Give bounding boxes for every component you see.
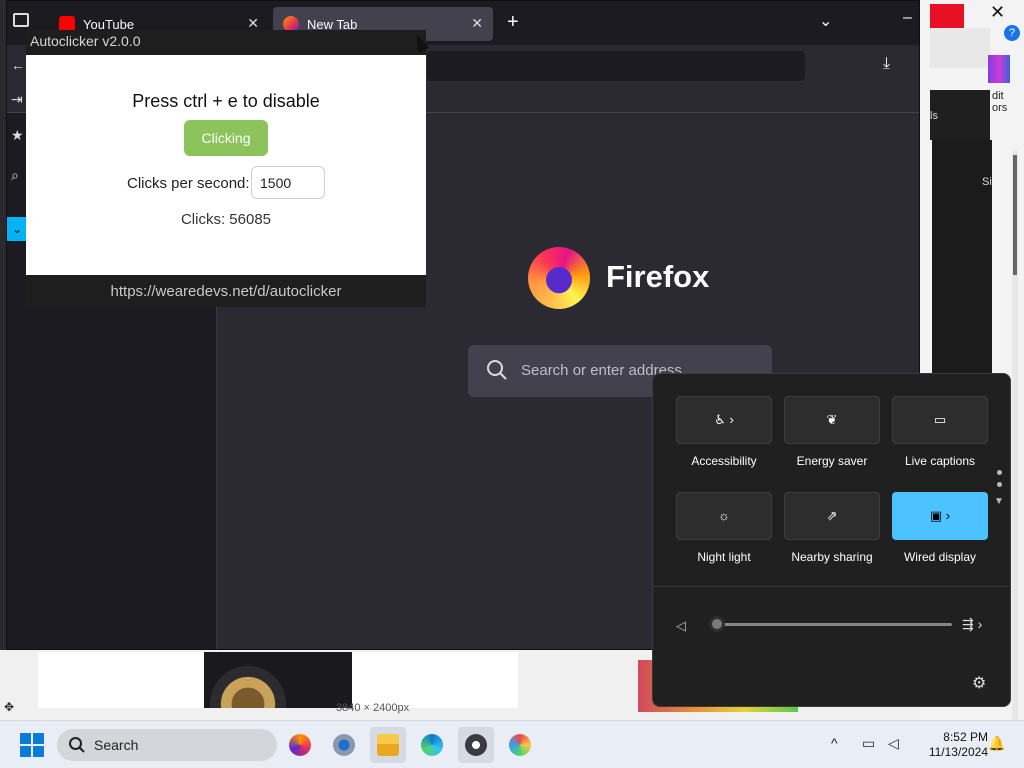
gear-icon[interactable]: ⚙ (972, 673, 986, 693)
close-icon[interactable]: ✕ (471, 15, 483, 32)
close-icon[interactable]: ✕ (990, 2, 1005, 23)
tile-label: Energy saver (796, 454, 868, 468)
network-icon[interactable]: ▭ (862, 735, 875, 752)
night-light-tile[interactable]: ☼ (676, 492, 772, 540)
windows-logo-icon (20, 746, 31, 757)
file-explorer-icon[interactable] (370, 727, 406, 763)
firefox-logo: Firefox (528, 247, 728, 313)
chevron-down-icon[interactable]: ⌄ (7, 217, 27, 241)
thumbnail[interactable] (352, 652, 518, 708)
thumbnail-photo[interactable] (204, 652, 352, 708)
tile-label: Night light (697, 550, 751, 564)
taskbar-search-label: Search (94, 737, 139, 753)
cps-label: Clicks per second: (127, 175, 250, 192)
chevron-down-icon[interactable]: ⌄ (819, 11, 832, 31)
background-panel (930, 90, 990, 140)
chevron-right-icon[interactable]: › (729, 412, 733, 427)
wired-display-tile[interactable]: ▣ › (892, 492, 988, 540)
page-indicator[interactable] (997, 470, 1003, 494)
autoclicker-body: Press ctrl + e to disable Clicking Click… (26, 55, 426, 275)
background-text: dit (992, 90, 1004, 102)
tab-list-icon[interactable] (13, 13, 29, 27)
gear-glyph (333, 734, 355, 756)
download-icon[interactable]: ⤓ (883, 55, 890, 73)
firefox-icon[interactable] (282, 727, 318, 763)
time-label: 8:52 PM (943, 730, 988, 744)
globe-icon (546, 267, 572, 293)
minimize-button[interactable]: – (903, 9, 912, 27)
seal-image (210, 666, 286, 708)
background-text: ls (930, 110, 938, 122)
hotkey-instruction: Press ctrl + e to disable (132, 91, 320, 111)
edge-icon[interactable] (414, 727, 450, 763)
sun-icon: ☼ (718, 508, 730, 523)
background-text: Si (982, 176, 992, 188)
background-panel (930, 28, 990, 68)
tile-label: Live captions (904, 454, 976, 468)
audio-output-icon[interactable]: ⇶ › (962, 616, 982, 633)
palette-glyph (509, 734, 531, 756)
taskbar: Search ^ ▭ ◁ 8:52 PM 11/13/2024 🔔 (0, 720, 1024, 768)
taskbar-search[interactable] (57, 729, 277, 761)
accessibility-tile[interactable]: ♿ › (676, 396, 772, 444)
windows-logo-icon (20, 733, 31, 744)
volume-slider-thumb[interactable] (709, 616, 725, 632)
chevron-right-icon[interactable]: › (946, 508, 950, 523)
scrollbar-thumb[interactable] (1013, 155, 1017, 275)
search-icon (487, 360, 507, 380)
start-button[interactable] (20, 733, 44, 757)
accessibility-icon: ♿ (714, 412, 726, 427)
background-text: ors (992, 102, 1008, 114)
nearby-sharing-tile[interactable]: ⇗ (784, 492, 880, 540)
search-icon (69, 737, 85, 753)
captions-icon: ▭ (933, 412, 947, 427)
share-icon: ⇗ (826, 508, 838, 523)
chevron-up-icon[interactable]: ^ (831, 735, 838, 751)
move-icon[interactable]: ✥ (4, 700, 14, 714)
color-swatch[interactable] (988, 55, 1010, 83)
toggle-clicking-button[interactable]: Clicking (184, 120, 268, 156)
windows-logo-icon (33, 746, 44, 757)
cursor-glyph (465, 734, 487, 756)
tile-label: Accessibility (691, 454, 757, 468)
source-url: https://wearedevs.net/d/autoclicker (110, 283, 342, 300)
cps-input[interactable] (251, 166, 325, 199)
firefox-wordmark: Firefox (606, 259, 710, 294)
energy-saver-tile[interactable]: ❦ (784, 396, 880, 444)
page-dot[interactable] (997, 470, 1002, 475)
window-title: Autoclicker v2.0.0 (30, 33, 141, 49)
windows-logo-icon (33, 733, 44, 744)
speaker-icon[interactable]: ◁ (676, 618, 686, 634)
volume-muted-icon[interactable]: ◁ (888, 735, 899, 752)
autoclicker-app-icon[interactable] (458, 727, 494, 763)
scroll-down-icon[interactable]: ▼ (994, 496, 1004, 507)
autoclicker-window: Autoclicker v2.0.0 Press ctrl + e to dis… (26, 30, 426, 307)
leaf-icon: ❦ (826, 412, 838, 427)
divider (652, 586, 1010, 587)
cast-icon: ▣ (929, 508, 943, 523)
tile-label: Nearby sharing (791, 550, 873, 564)
settings-icon[interactable] (326, 727, 362, 763)
new-tab-button[interactable]: + (507, 11, 519, 34)
page-dot[interactable] (997, 482, 1002, 487)
click-count: Clicks: 56085 (180, 211, 272, 228)
help-icon[interactable]: ? (1004, 25, 1020, 41)
firefox-glyph (289, 734, 311, 756)
address-bar[interactable] (427, 51, 805, 81)
clock[interactable]: 8:52 PM 11/13/2024 (922, 730, 988, 760)
thumbnail[interactable] (38, 652, 204, 708)
volume-slider[interactable] (716, 623, 952, 626)
live-captions-tile[interactable]: ▭ (892, 396, 988, 444)
tile-label: Wired display (903, 550, 977, 564)
paint-icon[interactable] (502, 727, 538, 763)
image-dimensions-label: 3840 × 2400px (336, 702, 410, 714)
edge-glyph (421, 734, 443, 756)
firefox-icon (528, 247, 590, 309)
background-close-button[interactable] (930, 4, 964, 28)
date-label: 11/13/2024 (928, 745, 988, 759)
notification-bell-icon[interactable]: 🔔 (988, 735, 1005, 752)
folder-glyph (377, 734, 399, 756)
